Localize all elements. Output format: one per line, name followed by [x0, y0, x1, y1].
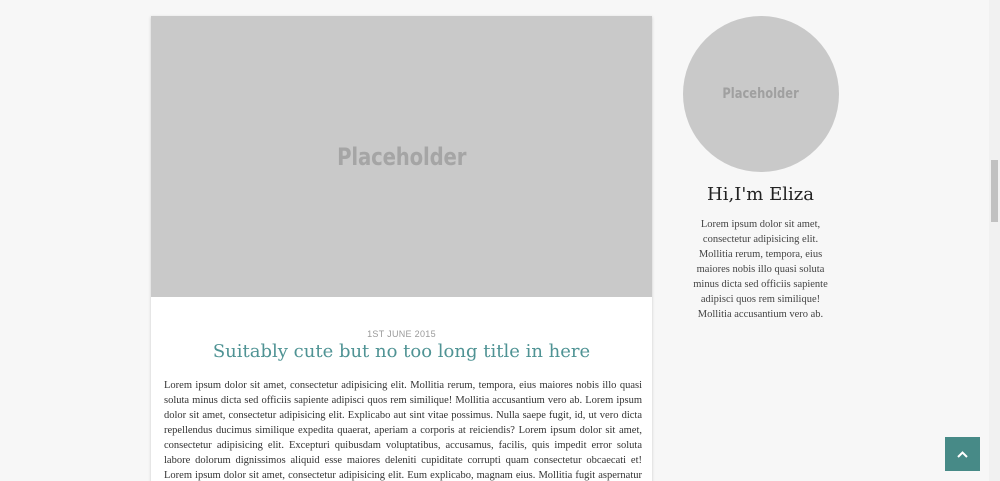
profile-sidebar: Placeholder Hi,I'm Eliza Lorem ipsum dol…: [682, 16, 839, 322]
blog-post-card: Placeholder 1ST JUNE 2015 Suitably cute …: [151, 16, 652, 481]
post-image-placeholder: Placeholder: [151, 16, 652, 297]
profile-bio: Lorem ipsum dolor sit amet, consectetur …: [693, 219, 828, 320]
post-body: Lorem ipsum dolor sit amet, consectetur …: [164, 380, 642, 481]
profile-heading: Hi,I'm Eliza: [707, 184, 814, 205]
scrollbar-thumb[interactable]: [991, 160, 998, 222]
post-title[interactable]: Suitably cute but no too long title in h…: [151, 341, 652, 362]
chevron-up-icon: [957, 450, 968, 458]
avatar: Placeholder: [682, 16, 839, 172]
scrollbar-track[interactable]: [989, 0, 1000, 481]
avatar-placeholder-label: Placeholder: [722, 86, 799, 102]
post-date: 1ST JUNE 2015: [367, 329, 436, 339]
post-image-placeholder-label: Placeholder: [336, 142, 467, 171]
scroll-to-top-button[interactable]: [945, 437, 980, 471]
